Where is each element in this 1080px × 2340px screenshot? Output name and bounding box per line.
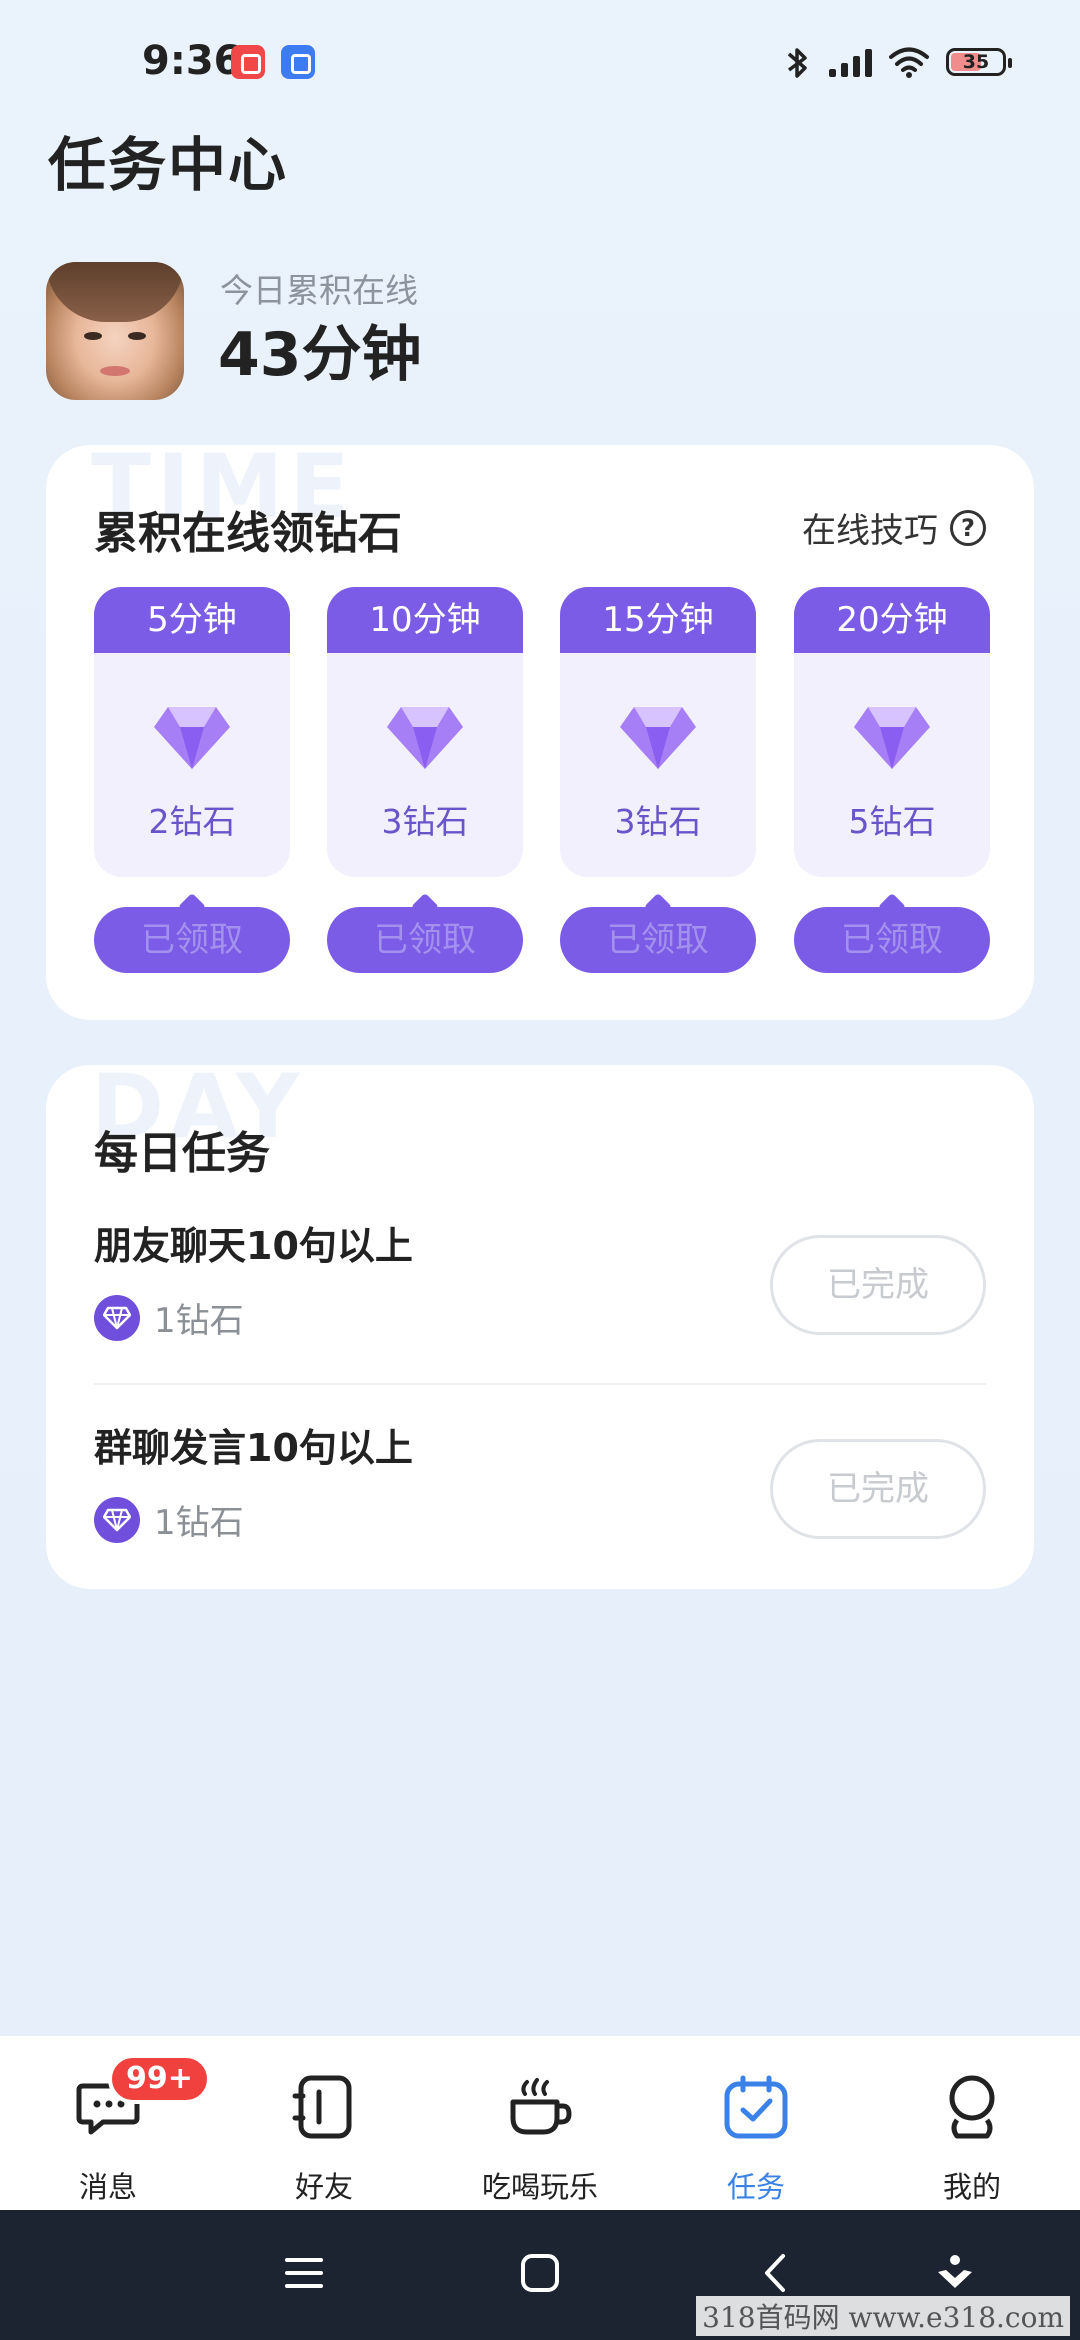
nav-item-tasks[interactable]: 任务 (648, 2036, 864, 2210)
reward-duration: 15分钟 (560, 587, 756, 653)
bottom-nav: 99+ 消息 好友 吃喝玩乐 任务 我的 (0, 2036, 1080, 2210)
reward-amount: 5钻石 (848, 802, 936, 841)
diamond-icon (154, 707, 230, 769)
online-reward-card: TIME 累积在线领钻石 在线技巧 ? 5分钟 2钻石 已领取 10分钟 3钻石… (46, 435, 1034, 1020)
profile-icon (949, 2075, 995, 2139)
online-tips-link[interactable]: 在线技巧 ? (802, 503, 986, 552)
notification-app-icon (231, 45, 265, 79)
site-watermark: 318首码网 www.e318.com (696, 2296, 1070, 2336)
daily-task-card: DAY 每日任务 朋友聊天10句以上 1钻石 已完成 群聊发言10句以上 1钻石… (46, 1055, 1034, 1589)
reward-item: 10分钟 3钻石 已领取 (327, 587, 523, 973)
claim-button[interactable]: 已领取 (560, 907, 756, 973)
task-reward-amount: 1钻石 (154, 1503, 244, 1543)
task-reward-amount: 1钻石 (154, 1301, 244, 1341)
diamond-icon (387, 707, 463, 769)
status-bar: 9:36 35 (0, 0, 1080, 120)
calendar-check-icon (724, 2075, 788, 2139)
daily-task-title: 每日任务 (94, 1128, 270, 1179)
reward-duration: 20分钟 (794, 587, 990, 653)
page-title: 任务中心 (48, 131, 289, 199)
online-time-label: 今日累积在线 (220, 271, 418, 310)
task-row: 朋友聊天10句以上 1钻石 已完成 (94, 1215, 986, 1385)
nav-label: 消息 (78, 2170, 137, 2204)
diamond-icon (620, 707, 696, 769)
back-icon[interactable] (751, 2248, 801, 2298)
reward-item: 20分钟 5钻石 已领取 (794, 587, 990, 973)
diamond-icon (94, 1496, 140, 1543)
reward-amount: 3钻石 (614, 802, 702, 841)
battery-icon: 35 (946, 48, 1012, 76)
help-icon: ? (950, 509, 986, 546)
task-completed-button[interactable]: 已完成 (770, 1235, 986, 1335)
reward-duration: 10分钟 (327, 587, 523, 653)
task-completed-button[interactable]: 已完成 (770, 1439, 986, 1539)
claim-button[interactable]: 已领取 (327, 907, 523, 973)
reward-duration: 5分钟 (94, 587, 290, 653)
claim-button[interactable]: 已领取 (794, 907, 990, 973)
online-reward-title: 累积在线领钻石 (94, 508, 402, 559)
nav-label: 吃喝玩乐 (481, 2170, 598, 2204)
avatar[interactable] (46, 262, 184, 400)
wifi-icon (889, 47, 929, 78)
nav-item-mine[interactable]: 我的 (864, 2036, 1080, 2210)
coffee-cup-icon (510, 2078, 572, 2135)
status-time: 9:36 (142, 38, 242, 84)
nav-label: 好友 (294, 2170, 353, 2204)
task-reward: 1钻石 (94, 1293, 244, 1342)
reward-list: 5分钟 2钻石 已领取 10分钟 3钻石 已领取 15分钟 3钻石 已领取 20… (94, 587, 990, 973)
diamond-icon (94, 1294, 140, 1341)
nav-item-friends[interactable]: 好友 (216, 2036, 432, 2210)
nav-label: 我的 (942, 2170, 1001, 2204)
unread-badge: 99+ (108, 2054, 211, 2104)
reward-item: 15分钟 3钻石 已领取 (560, 587, 756, 973)
online-tips-label: 在线技巧 (802, 511, 938, 551)
claim-button[interactable]: 已领取 (94, 907, 290, 973)
contacts-icon (292, 2075, 352, 2139)
nav-item-food-fun[interactable]: 吃喝玩乐 (432, 2036, 648, 2210)
signal-icon (829, 47, 872, 77)
task-row: 群聊发言10句以上 1钻石 已完成 (94, 1417, 986, 1567)
assistant-icon[interactable] (930, 2248, 980, 2298)
reward-amount: 2钻石 (148, 802, 236, 841)
online-time-value: 43分钟 (218, 320, 422, 390)
home-icon[interactable] (515, 2248, 565, 2298)
mute-bluetooth-icon (787, 48, 807, 78)
status-icons: 35 (783, 46, 1012, 78)
nav-label: 任务 (726, 2170, 785, 2204)
system-nav-bar: 318首码网 www.e318.com (0, 2210, 1080, 2340)
notification-app-icon (281, 45, 315, 79)
reward-amount: 3钻石 (381, 802, 469, 841)
nav-item-messages[interactable]: 99+ 消息 (0, 2036, 216, 2210)
reward-item: 5分钟 2钻石 已领取 (94, 587, 290, 973)
diamond-icon (854, 707, 930, 769)
menu-icon[interactable] (279, 2248, 329, 2298)
task-reward: 1钻石 (94, 1495, 244, 1544)
